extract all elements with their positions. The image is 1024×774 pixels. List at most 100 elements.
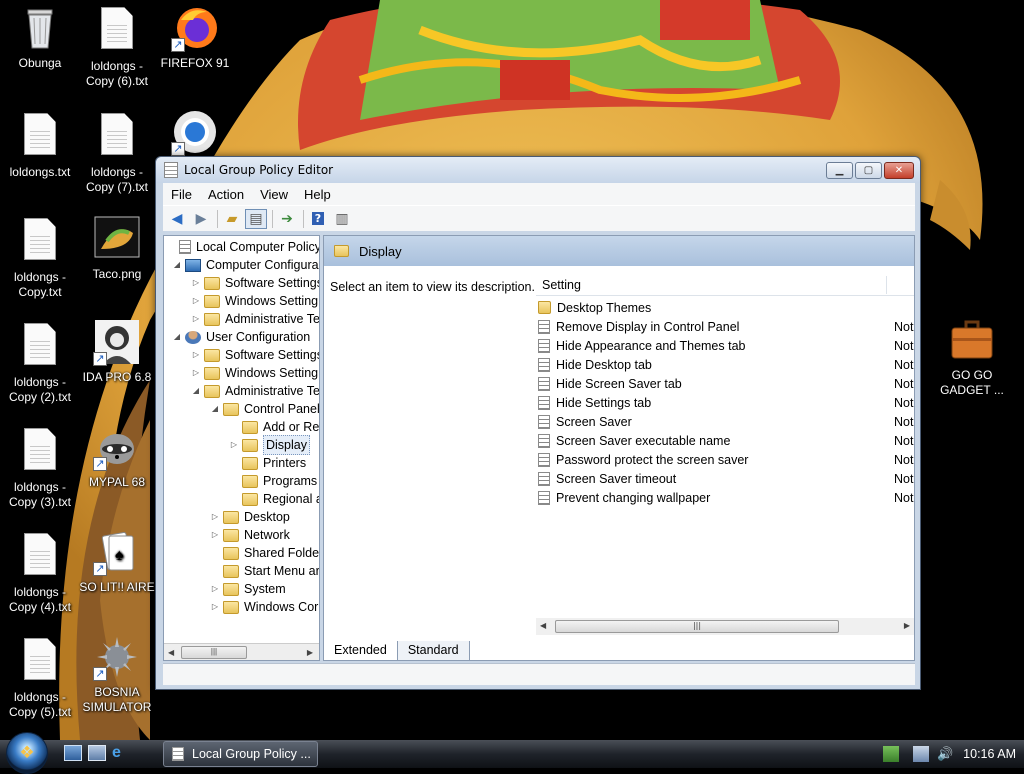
expand-arrow-icon[interactable]: ▷ <box>210 508 220 526</box>
show-hide-action-pane-button[interactable]: ▥ <box>331 209 353 229</box>
tree-node-computer-configuration[interactable]: ◢ Computer Configura <box>172 256 319 274</box>
tree-node-windows-components[interactable]: ▷ Windows Cor <box>210 598 318 616</box>
up-one-level-button[interactable]: ▰ <box>221 209 243 229</box>
expand-arrow-icon[interactable]: ▷ <box>210 526 220 544</box>
clock[interactable]: 10:16 AM <box>963 747 1016 761</box>
tree-node-software-settings[interactable]: ▷ Software Settings <box>191 274 319 292</box>
list-item[interactable]: Screen Saver executable name Not <box>538 431 914 450</box>
collapse-arrow-icon[interactable]: ◢ <box>210 400 220 418</box>
list-item[interactable]: Hide Desktop tab Not <box>538 355 914 374</box>
scroll-left-arrow-icon[interactable]: ◀ <box>540 621 546 630</box>
scroll-right-arrow-icon[interactable]: ▶ <box>307 648 313 657</box>
tree-node-display[interactable]: ▷ Display <box>229 435 310 455</box>
export-list-button[interactable]: ➔ <box>276 209 298 229</box>
menu-view[interactable]: View <box>252 187 296 202</box>
desktop-icon-loldongs-copy-5[interactable]: loldongs - Copy (5).txt <box>0 635 80 720</box>
list-item[interactable]: Desktop Themes <box>538 298 914 317</box>
list-item[interactable]: Password protect the screen saver Not <box>538 450 914 469</box>
collapse-arrow-icon[interactable]: ◢ <box>191 382 201 400</box>
list-item[interactable]: Hide Appearance and Themes tab Not <box>538 336 914 355</box>
monitor-icon[interactable] <box>913 746 930 762</box>
desktop-icon-chrome[interactable]: ↗ <box>155 108 235 160</box>
forward-button[interactable]: ▶ <box>190 209 212 229</box>
tree-node-user-administrative-templates[interactable]: ◢ Administrative Te <box>191 382 319 400</box>
help-button[interactable]: ? <box>307 209 329 229</box>
desktop-icon-taco[interactable]: Taco.png <box>77 215 157 282</box>
expand-arrow-icon[interactable]: ▷ <box>191 364 201 382</box>
tree-node-administrative-templates[interactable]: ▷ Administrative Te <box>191 310 319 328</box>
desktop-icon-ida-pro[interactable]: ↗ IDA PRO 6.8 <box>77 318 157 385</box>
expand-arrow-icon[interactable]: ▷ <box>191 310 201 328</box>
network-icon[interactable] <box>883 746 900 762</box>
tree-node-windows-settings[interactable]: ▷ Windows Setting <box>191 292 318 310</box>
close-button[interactable]: ✕ <box>884 161 914 179</box>
tree-node-user-configuration[interactable]: ◢ User Configuration <box>172 328 310 346</box>
show-hide-tree-button[interactable]: ▤ <box>245 208 267 229</box>
tree-horizontal-scrollbar[interactable]: ◀ ||| ▶ <box>164 643 319 660</box>
collapse-arrow-icon[interactable]: ◢ <box>172 256 182 274</box>
list-item[interactable]: Prevent changing wallpaper Not <box>538 488 914 507</box>
show-desktop-icon[interactable] <box>64 745 82 761</box>
tab-extended[interactable]: Extended <box>323 641 398 661</box>
internet-explorer-icon[interactable]: e <box>112 745 130 761</box>
tree-node-user-windows-settings[interactable]: ▷ Windows Setting <box>191 364 318 382</box>
list-item[interactable]: Hide Settings tab Not <box>538 393 914 412</box>
expand-arrow-icon[interactable]: ▷ <box>191 292 201 310</box>
menu-help[interactable]: Help <box>296 187 339 202</box>
desktop-icon-mypal[interactable]: ↗ MYPAL 68 <box>77 423 157 490</box>
expand-arrow-icon[interactable]: ▷ <box>210 598 220 616</box>
desktop-icon-loldongs-copy-7[interactable]: loldongs - Copy (7).txt <box>77 110 157 195</box>
back-button[interactable]: ◀ <box>166 209 188 229</box>
list-item[interactable]: Screen Saver timeout Not <box>538 469 914 488</box>
scroll-left-arrow-icon[interactable]: ◀ <box>168 648 174 657</box>
desktop-icon-loldongs-copy-3[interactable]: loldongs - Copy (3).txt <box>0 425 80 510</box>
tree-node-add-or-remove[interactable]: Add or Re <box>229 418 319 436</box>
tree-node-printers[interactable]: Printers <box>229 454 306 472</box>
column-divider[interactable] <box>886 276 887 294</box>
desktop-icon-firefox[interactable]: ↗ FIREFOX 91 <box>155 4 235 71</box>
desktop-icon-loldongs-copy[interactable]: loldongs - Copy.txt <box>0 215 80 300</box>
tree-node-user-software-settings[interactable]: ▷ Software Settings <box>191 346 319 364</box>
minimize-button[interactable]: ▁ <box>826 161 853 179</box>
scrollbar-thumb[interactable]: ||| <box>555 620 839 633</box>
switch-windows-icon[interactable] <box>88 745 106 761</box>
desktop-icon-obunga[interactable]: Obunga <box>0 4 80 71</box>
expand-arrow-icon[interactable]: ▷ <box>191 346 201 364</box>
group-policy-window[interactable]: Local Group Policy Editor ▁ ▢ ✕ File Act… <box>155 156 921 690</box>
volume-icon[interactable]: 🔊 <box>937 746 953 762</box>
desktop-icon-so-lit[interactable]: ♠ ↗ SO LIT!! AIRE <box>77 528 157 595</box>
tree-node-local-computer-policy[interactable]: Local Computer Policy <box>166 238 319 256</box>
menu-action[interactable]: Action <box>200 187 252 202</box>
desktop-icon-loldongs[interactable]: loldongs.txt <box>0 110 80 180</box>
expand-arrow-icon[interactable]: ▷ <box>191 274 201 292</box>
details-horizontal-scrollbar[interactable]: ◀ ||| ▶ <box>536 618 914 635</box>
desktop-icon-loldongs-copy-6[interactable]: loldongs - Copy (6).txt <box>77 4 157 89</box>
taskbar-button-group-policy[interactable]: Local Group Policy ... <box>163 741 318 767</box>
tree-node-control-panel[interactable]: ◢ Control Panel <box>210 400 319 418</box>
list-item[interactable]: Remove Display in Control Panel Not <box>538 317 914 336</box>
tree-node-programs[interactable]: Programs <box>229 472 317 490</box>
list-item[interactable]: Screen Saver Not <box>538 412 914 431</box>
tree-node-shared-folders[interactable]: Shared Folder <box>210 544 319 562</box>
tree-node-regional[interactable]: Regional a <box>229 490 319 508</box>
column-header-setting[interactable]: Setting <box>536 274 914 296</box>
list-item[interactable]: Hide Screen Saver tab Not <box>538 374 914 393</box>
tree-node-start-menu[interactable]: Start Menu ar <box>210 562 319 580</box>
tree-node-desktop[interactable]: ▷ Desktop <box>210 508 290 526</box>
title-bar[interactable]: Local Group Policy Editor ▁ ▢ ✕ <box>156 157 920 183</box>
expand-arrow-icon[interactable]: ▷ <box>229 436 239 454</box>
maximize-button[interactable]: ▢ <box>855 161 882 179</box>
desktop-icon-go-go-gadget[interactable]: GO GO GADGET ... <box>932 316 1012 398</box>
desktop-icon-bosnia[interactable]: ↗ BOSNIA SIMULATOR <box>77 633 157 715</box>
collapse-arrow-icon[interactable]: ◢ <box>172 328 182 346</box>
tab-standard[interactable]: Standard <box>396 641 470 661</box>
scrollbar-thumb[interactable]: ||| <box>181 646 247 659</box>
console-tree[interactable]: Local Computer Policy ◢ Computer Configur… <box>163 235 320 661</box>
desktop-icon-loldongs-copy-4[interactable]: loldongs - Copy (4).txt <box>0 530 80 615</box>
tree-node-network[interactable]: ▷ Network <box>210 526 290 544</box>
expand-arrow-icon[interactable]: ▷ <box>210 580 220 598</box>
desktop-icon-loldongs-copy-2[interactable]: loldongs - Copy (2).txt <box>0 320 80 405</box>
tree-node-system[interactable]: ▷ System <box>210 580 286 598</box>
menu-file[interactable]: File <box>163 187 200 202</box>
scroll-right-arrow-icon[interactable]: ▶ <box>904 621 910 630</box>
